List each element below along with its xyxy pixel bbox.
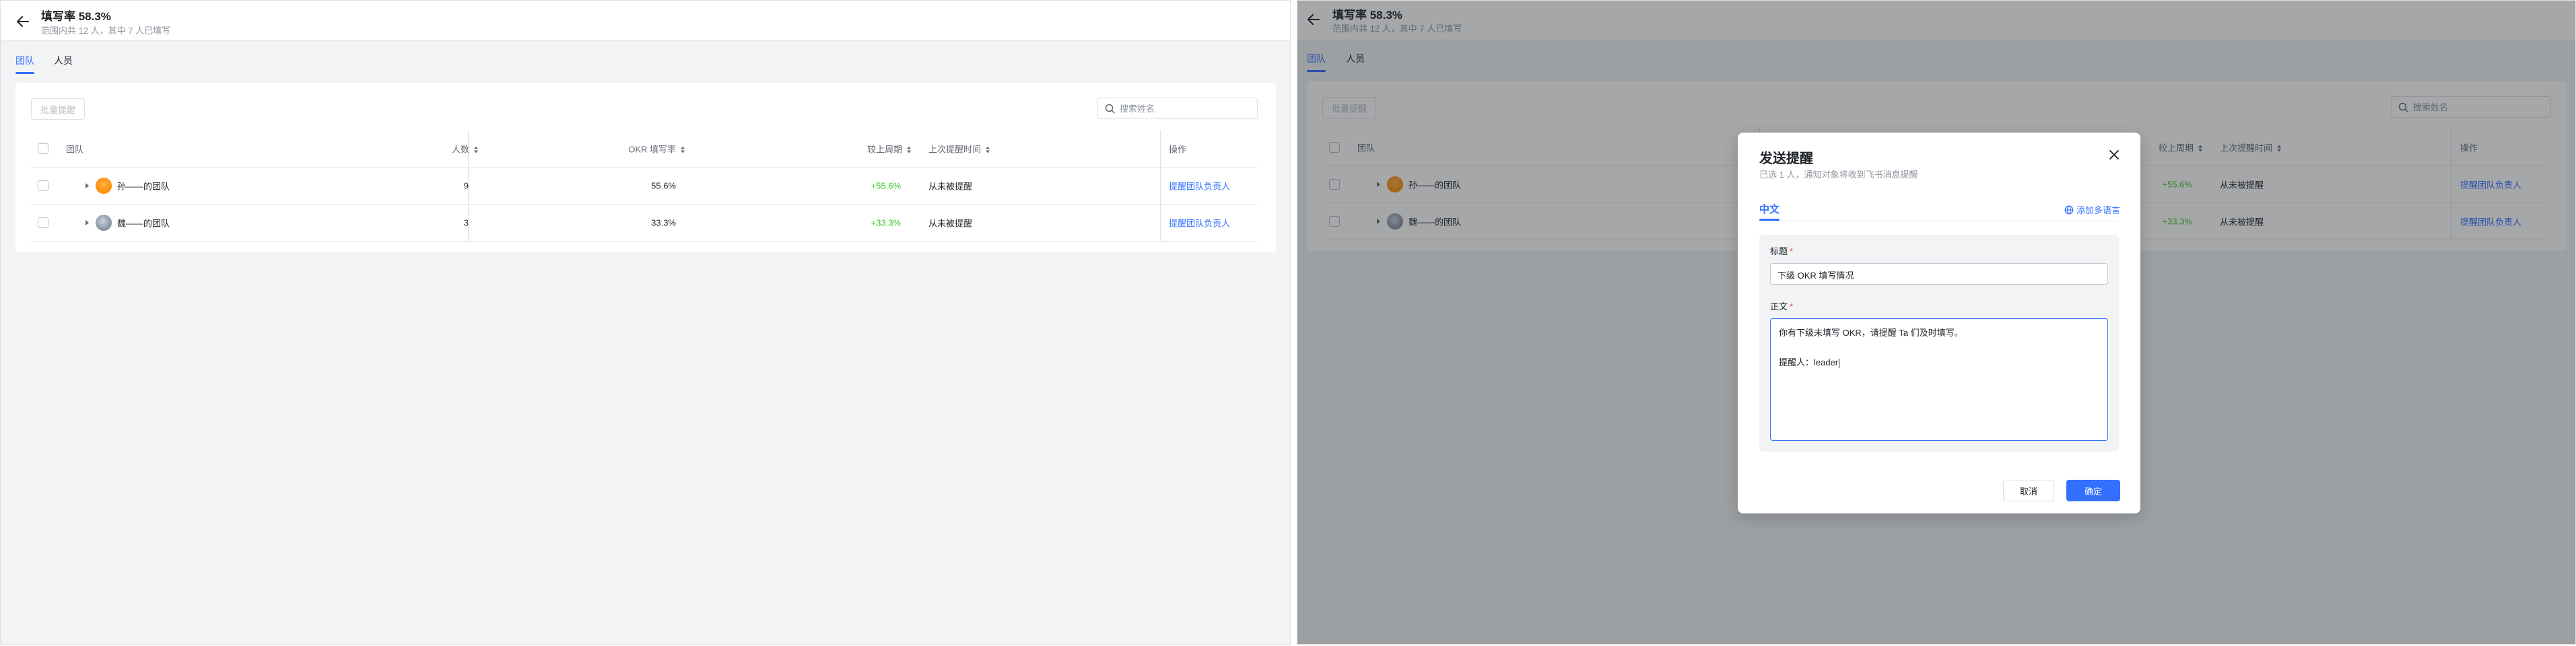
body-line-2: 提醒人：leader xyxy=(1779,355,1840,368)
dialog-title: 发送提醒 xyxy=(1759,151,1813,166)
title-field[interactable] xyxy=(1770,263,2108,285)
remind-team-leader-link[interactable]: 提醒团队负责人 xyxy=(1169,180,1230,192)
body-label-text: 正文 xyxy=(1770,301,1788,312)
sort-icon[interactable] xyxy=(985,146,990,154)
table-row: 魏——的团队 3 33.3% +33.3% 从未被提醒 提醒团队负责人 xyxy=(31,205,1258,242)
title-field-label: 标题 * xyxy=(1770,244,1793,257)
body-line-2-text: 提醒人：leader xyxy=(1779,357,1839,367)
row-checkbox[interactable] xyxy=(38,217,48,228)
reminder-form: 标题* 正文* 你有下级未填写 OKR，请提醒 Ta 们及时填写。 提醒人：le… xyxy=(1759,235,2119,452)
col-header-count-label: 人数 xyxy=(451,144,469,154)
col-header-vs-last[interactable]: 较上周期 xyxy=(867,142,912,155)
tab-active-indicator xyxy=(15,72,34,74)
avatar xyxy=(96,215,112,231)
page-title: 填写率 58.3% xyxy=(41,10,111,23)
search-input[interactable] xyxy=(1120,102,1252,114)
remind-team-leader-link[interactable]: 提醒团队负责人 xyxy=(1169,217,1230,229)
vs-last-period: +55.6% xyxy=(871,180,901,191)
member-count: 9 xyxy=(463,180,469,191)
tab-bar: 团队 人员 xyxy=(1,42,1290,75)
add-language-button[interactable]: 添加多语言 xyxy=(2064,203,2120,216)
title-label-text: 标题 xyxy=(1770,246,1788,256)
close-icon[interactable] xyxy=(2108,149,2120,161)
body-line-1: 你有下级未填写 OKR，请提醒 Ta 们及时填写。 xyxy=(1779,328,1963,338)
okr-fill-rate: 55.6% xyxy=(651,180,676,191)
caret-right-icon[interactable] xyxy=(83,219,90,226)
page-subtitle: 范围内共 12 人，其中 7 人已填写 xyxy=(41,26,171,36)
arrow-left-icon[interactable] xyxy=(15,14,30,29)
col-header-action: 操作 xyxy=(1169,144,1187,154)
vs-last-period: +33.3% xyxy=(871,217,901,228)
caret-right-icon[interactable] xyxy=(83,182,90,189)
batch-remind-button[interactable]: 批量提醒 xyxy=(31,98,85,120)
col-header-okr-rate-label: OKR 填写率 xyxy=(628,144,676,154)
tab-team[interactable]: 团队 xyxy=(15,54,34,67)
globe-icon xyxy=(2064,205,2074,214)
sort-icon[interactable] xyxy=(906,146,912,154)
send-reminder-dialog: 发送提醒 已选 1 人，通知对象将收到飞书消息提醒 中文 添加多语言 标题* 正… xyxy=(1738,133,2140,513)
table-header-row: 团队 人数 OKR 填写率 较上周期 上次提醒时间 操作 xyxy=(31,130,1258,168)
confirm-button[interactable]: 确定 xyxy=(2066,480,2120,501)
team-list-card: 批量提醒 团队 人数 OKR 填写率 较上周期 上次提醒时间 操作 孙——的团队 xyxy=(15,83,1276,252)
select-all-checkbox[interactable] xyxy=(38,143,48,154)
dialog-subtitle: 已选 1 人，通知对象将收到飞书消息提醒 xyxy=(1759,170,1918,180)
team-name[interactable]: 孙——的团队 xyxy=(117,180,170,192)
col-header-okr-rate[interactable]: OKR 填写率 xyxy=(628,142,685,155)
search-icon xyxy=(1105,104,1115,114)
required-mark: * xyxy=(1790,301,1794,312)
col-header-count[interactable]: 人数 xyxy=(452,142,479,155)
okr-fill-rate-page-with-dialog: 填写率 58.3% 范围内共 12 人，其中 7 人已填写 团队 人员 批量提醒… xyxy=(1297,0,2576,645)
col-header-vs-last-label: 较上周期 xyxy=(867,144,902,154)
team-name[interactable]: 魏——的团队 xyxy=(117,217,170,229)
team-table: 团队 人数 OKR 填写率 较上周期 上次提醒时间 操作 孙——的团队 9 55… xyxy=(31,130,1258,242)
cancel-button[interactable]: 取消 xyxy=(2003,480,2054,501)
avatar xyxy=(96,178,112,194)
member-count: 3 xyxy=(463,217,469,228)
table-row: 孙——的团队 9 55.6% +55.6% 从未被提醒 提醒团队负责人 xyxy=(31,168,1258,205)
required-mark: * xyxy=(1790,246,1794,256)
last-reminded-time: 从未被提醒 xyxy=(928,181,973,192)
col-header-team: 团队 xyxy=(66,144,84,154)
okr-fill-rate-page: 填写率 58.3% 范围内共 12 人，其中 7 人已填写 团队 人员 批量提醒… xyxy=(0,0,1291,645)
okr-fill-rate: 33.3% xyxy=(651,217,676,228)
tab-language-chinese[interactable]: 中文 xyxy=(1759,202,1780,216)
row-checkbox[interactable] xyxy=(38,180,48,191)
tab-people[interactable]: 人员 xyxy=(54,54,73,67)
last-reminded-time: 从未被提醒 xyxy=(928,218,973,229)
add-language-label: 添加多语言 xyxy=(2076,205,2120,215)
page-header: 填写率 58.3% 范围内共 12 人，其中 7 人已填写 xyxy=(1,1,1290,41)
sort-icon[interactable] xyxy=(473,146,479,154)
title-input[interactable] xyxy=(1777,268,2101,281)
col-header-last-reminded-label: 上次提醒时间 xyxy=(928,144,982,154)
body-textarea[interactable]: 你有下级未填写 OKR，请提醒 Ta 们及时填写。 提醒人：leader xyxy=(1770,318,2108,441)
search-box[interactable] xyxy=(1097,98,1258,119)
col-header-last-reminded[interactable]: 上次提醒时间 xyxy=(928,142,990,155)
body-field-label: 正文 * xyxy=(1770,299,1793,312)
sort-icon[interactable] xyxy=(680,146,685,154)
